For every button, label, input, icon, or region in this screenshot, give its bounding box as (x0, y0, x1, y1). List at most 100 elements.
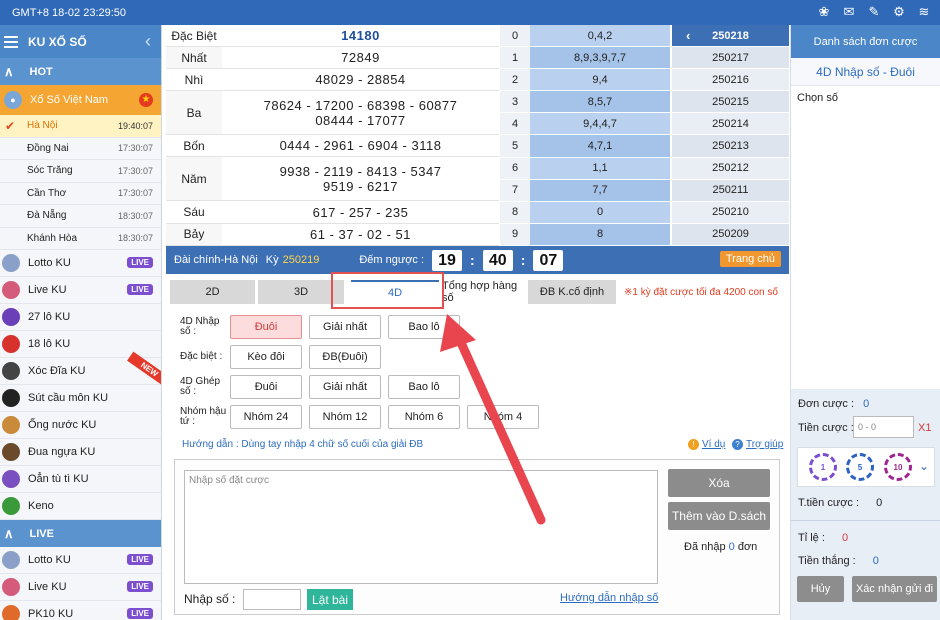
option-button[interactable]: ĐB(Đuôi) (309, 345, 381, 369)
prize-label: Đặc Biệt (171, 28, 217, 43)
sidebar-item-live-game[interactable]: Lotto KU LIVE (0, 547, 161, 574)
tab-2d[interactable]: 2D (170, 280, 255, 304)
option-button[interactable]: Nhóm 24 (230, 405, 302, 429)
results-table: Đặc Biệt 14180 Nhất 72849 Nhì 48029 - 28854 Ba… (166, 25, 499, 246)
sidebar-item-game[interactable]: Live KU LIVE (0, 277, 161, 304)
option-button[interactable]: Kèo đôi (230, 345, 302, 369)
period-number: 250212 (712, 162, 749, 175)
game-label: PK10 KU (28, 608, 74, 620)
tien-thang-value: 0 (872, 555, 879, 567)
sidebar-item-live-game[interactable]: Live KU LIVE (0, 574, 161, 601)
chevron-left-icon[interactable]: ‹ (686, 28, 690, 43)
period-item[interactable]: 250215 (672, 91, 789, 114)
city-name: Sóc Trăng (27, 165, 73, 177)
chip-5-icon[interactable]: 5 (846, 453, 874, 481)
sidebar-item-city[interactable]: Đồng Nai 17:30:07 (0, 138, 161, 160)
gift-icon[interactable]: ❀ (816, 4, 832, 20)
game-label: 27 lô KU (28, 311, 71, 323)
stake-input[interactable]: 0 - 0 (853, 416, 914, 438)
result-row: Bảy 61 - 37 - 02 - 51 (166, 223, 499, 246)
menu-icon[interactable] (4, 35, 18, 48)
number-input-area[interactable]: Nhập số đặt cược (184, 470, 658, 584)
option-button[interactable]: Nhóm 12 (309, 405, 381, 429)
option-button[interactable]: Nhóm 6 (388, 405, 460, 429)
period-item[interactable]: 250211 (672, 179, 789, 202)
flip-button[interactable]: Lật bài (307, 589, 353, 610)
help-icon: ? (732, 439, 743, 450)
star-icon: ★ (139, 93, 153, 107)
home-button[interactable]: Trang chủ (719, 251, 781, 267)
nhap-so-input[interactable] (243, 589, 301, 610)
confirm-submit-button[interactable]: Xác nhận gửi đi (852, 576, 937, 602)
27-lo-icon (2, 308, 20, 326)
option-button[interactable]: Giải nhất (309, 375, 381, 399)
collapse-icon[interactable]: ‹ (145, 31, 151, 52)
sidebar-item-game[interactable]: Keno (0, 493, 161, 520)
sidebar-item-live-game[interactable]: PK10 KU LIVE (0, 601, 161, 620)
prize-number: 78624 - 17200 - 68398 - 60877 (263, 97, 458, 113)
option-button[interactable]: Bao lô (388, 375, 460, 399)
tien-cuoc-label: Tiền cược : (798, 422, 854, 434)
sidebar-item-game[interactable]: Ống nước KU (0, 412, 161, 439)
sidebar-item-city[interactable]: Cần Thơ 17:30:07 (0, 183, 161, 205)
option-label: 4D Nhập số : (180, 316, 220, 337)
period-item[interactable]: ‹ 250218 (672, 25, 789, 48)
option-button[interactable]: Bao lô (388, 315, 460, 339)
sidebar-item-city[interactable]: Đà Nẵng 18:30:07 (0, 205, 161, 228)
period-item[interactable]: 250210 (672, 201, 789, 224)
period-item[interactable]: 250212 (672, 157, 789, 180)
help-link[interactable]: ? Trợ giúp (732, 439, 783, 450)
tab-tong-hop[interactable]: Tổng hợp hàng số (442, 280, 522, 304)
sidebar-item-city[interactable]: Khánh Hòa 18:30:07 (0, 228, 161, 250)
option-button[interactable]: Đuôi (230, 375, 302, 399)
sidebar-item-game[interactable]: Xóc Đĩa KU NEW (0, 351, 161, 388)
example-link[interactable]: ! Ví dụ (688, 439, 725, 450)
city-name: Hà Nội (27, 120, 58, 132)
sidebar-item-xo-so-viet-nam[interactable]: ● Xổ Số Việt Nam ★ (0, 85, 161, 115)
option-button[interactable]: Đuôi (230, 315, 302, 339)
option-label: Đặc biệt : (180, 351, 223, 362)
entered-count: Đã nhập 0 đơn (684, 541, 757, 553)
tien-thang-row: Tiền thắng : 0 (798, 555, 879, 567)
mail-icon[interactable]: ✉ (841, 4, 857, 20)
option-button[interactable]: Giải nhất (309, 315, 381, 339)
city-list: ✔ Hà Nội 19:40:07 Đồng Nai 17:30:07 Sóc Trăng… (0, 115, 161, 250)
lotto-icon (2, 254, 20, 272)
prize-values: 617 - 257 - 235 (222, 201, 499, 223)
don-cuoc-row: Đơn cược : 0 (798, 398, 869, 410)
prize-label: Năm (181, 171, 207, 186)
sidebar-item-game[interactable]: 27 lô KU (0, 304, 161, 331)
option-button[interactable]: Nhóm 4 (467, 405, 539, 429)
head-digit: 5 (500, 135, 530, 157)
tab-db-co-dinh[interactable]: ĐB K.cố định (528, 280, 616, 304)
period-item[interactable]: 250214 (672, 113, 789, 136)
cancel-button[interactable]: Hủy (797, 576, 844, 602)
clear-button[interactable]: Xóa (668, 469, 770, 497)
sidebar-item-game[interactable]: Lotto KU LIVE (0, 250, 161, 277)
period-item[interactable]: 250209 (672, 223, 789, 246)
input-guide-link[interactable]: Hướng dẫn nhập số (560, 592, 658, 604)
period-item[interactable]: 250217 (672, 47, 789, 70)
gear-icon[interactable]: ⚙ (891, 4, 907, 20)
chevron-down-icon[interactable]: ⌄ (919, 459, 929, 473)
chip-10-icon[interactable]: 10 (884, 453, 912, 481)
chip-1-icon[interactable]: 1 (809, 453, 837, 481)
tools-icon[interactable]: ✎ (866, 4, 882, 20)
sidebar-item-city[interactable]: Sóc Trăng 17:30:07 (0, 160, 161, 183)
section-hot[interactable]: ∧ HOT (0, 58, 161, 85)
t-tien-value: 0 (876, 497, 883, 509)
head-digit-table: 0 0,4,2 1 8,9,3,9,7,7 2 9,4 3 8,5,7 4 9,4,4,7 5 4,7… (500, 25, 670, 246)
sidebar-item-city[interactable]: ✔ Hà Nội 19:40:07 (0, 115, 161, 138)
period-item[interactable]: 250216 (672, 69, 789, 92)
tien-thang-label: Tiền thắng : (798, 555, 856, 567)
sidebar-item-game[interactable]: Oẳn tù tì KU (0, 466, 161, 493)
sidebar-item-game[interactable]: Đua ngựa KU (0, 439, 161, 466)
tail-digits: 1,1 (530, 157, 670, 179)
sidebar-item-game[interactable]: Sút cầu môn KU (0, 385, 161, 412)
period-item[interactable]: 250213 (672, 135, 789, 158)
featured-label: Xổ Số Việt Nam (30, 94, 109, 106)
add-to-list-button[interactable]: Thêm vào D.sách (668, 502, 770, 530)
head-digit: 0 (500, 25, 530, 47)
section-live[interactable]: ∧ LIVE (0, 520, 161, 547)
wifi-icon[interactable]: ≋ (916, 4, 932, 20)
